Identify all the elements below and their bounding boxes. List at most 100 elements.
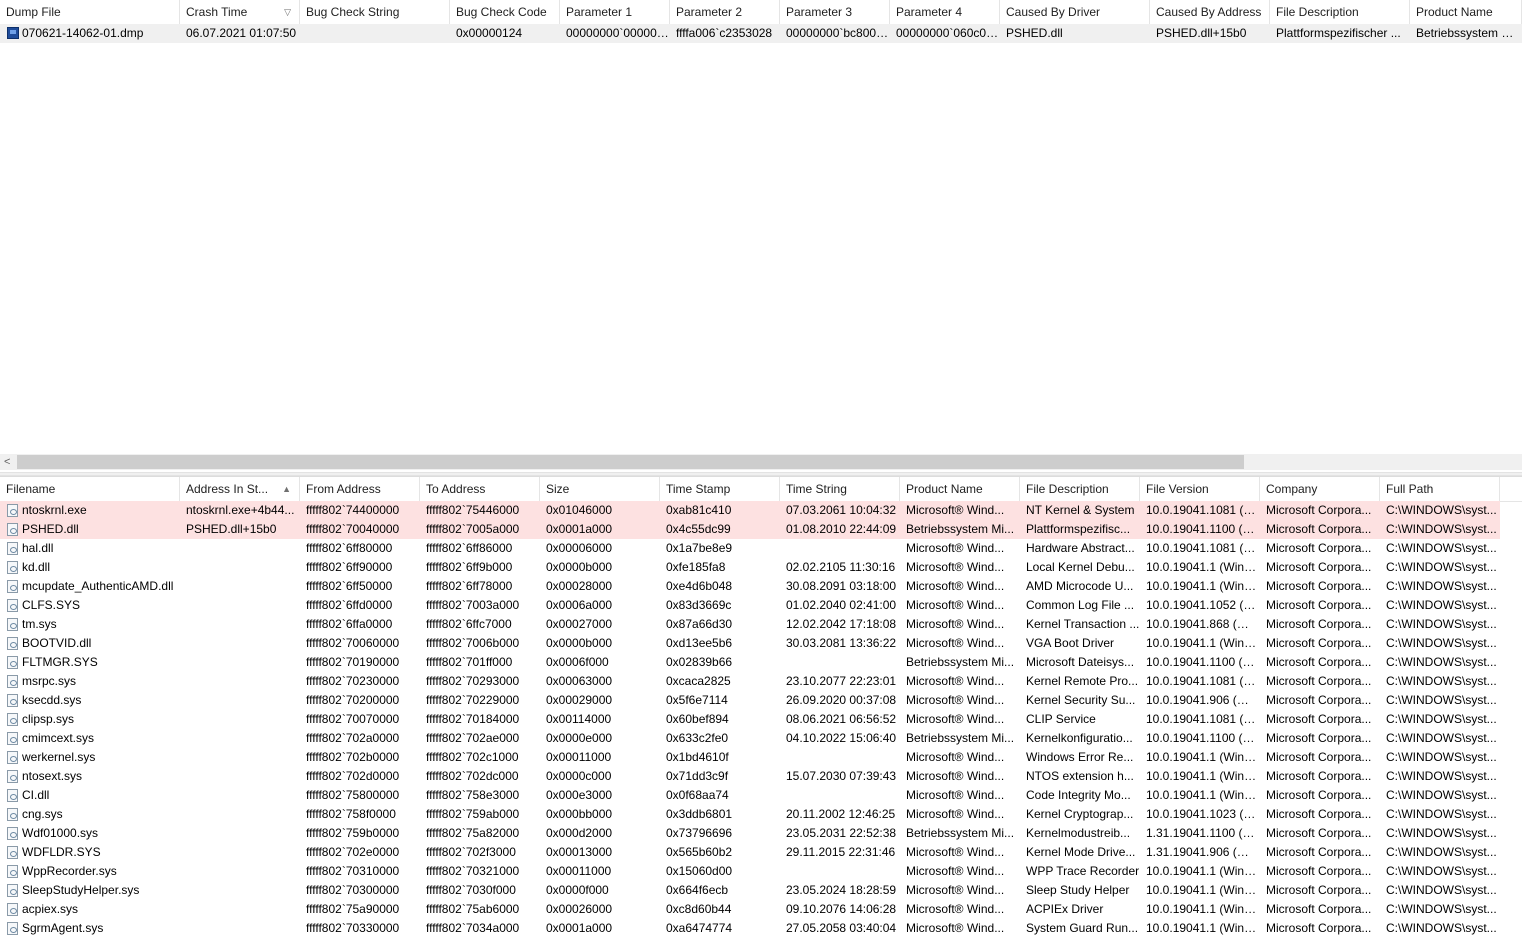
cell-from-address: fffff802`70070000 [306,712,400,726]
cell-file-version: 10.0.19041.1100 (W... [1146,731,1260,745]
column-header-from-address[interactable]: From Address [300,477,420,501]
column-header-filename[interactable]: Filename [0,477,180,501]
column-header-file-version[interactable]: File Version [1140,477,1260,501]
module-row[interactable]: hal.dll fffff802`6ff80000 fffff802`6ff8600… [0,539,1522,558]
cell-address-in-st [180,786,300,805]
module-file-icon [7,732,18,745]
cell-time-string: 12.02.2042 17:18:08 [786,617,897,631]
cell-from-address: fffff802`758f0000 [306,807,396,821]
cell-size: 0x0000b000 [546,636,613,650]
cell-filename: WDFLDR.SYS [22,845,101,859]
column-header-caused-by-address[interactable]: Caused By Address [1150,0,1270,24]
crash-row[interactable]: 070621-14062-01.dmp 06.07.2021 01:07:50 0x… [0,24,1522,43]
column-header-label: File Description [1026,482,1109,496]
scroll-left-icon[interactable]: < [4,454,10,470]
cell-to-address: fffff802`70184000 [426,712,520,726]
module-row[interactable]: tm.sys fffff802`6ffa0000 fffff802`6ffc7000… [0,615,1522,634]
module-row[interactable]: BOOTVID.dll fffff802`70060000 fffff802`700… [0,634,1522,653]
cell-product-name: Microsoft® Wind... [906,845,1005,859]
module-row[interactable]: werkernel.sys fffff802`702b0000 fffff802`7… [0,748,1522,767]
cell-file-description: Local Kernel Debu... [1026,560,1135,574]
column-header-file-description[interactable]: File Description [1270,0,1410,24]
cell-file-version: 10.0.19041.1 (WinB... [1146,579,1260,593]
cell-time-string: 30.08.2091 03:18:00 [786,579,897,593]
cell-to-address: fffff802`75ab6000 [426,902,520,916]
cell-from-address: fffff802`74400000 [300,501,420,520]
cell-time-string: 30.03.2081 13:36:22 [786,636,897,650]
module-file-icon [7,656,18,669]
column-header-crash-time[interactable]: Crash Time ▽ [180,0,300,24]
column-header-label: Dump File [6,5,61,19]
cell-caused-by-address: PSHED.dll+15b0 [1156,26,1247,40]
cell-product-name: Microsoft® Wind... [906,750,1005,764]
module-row[interactable]: SleepStudyHelper.sys fffff802`70300000 fff… [0,881,1522,900]
scrollbar-thumb[interactable] [17,455,1244,469]
module-row[interactable]: clipsp.sys fffff802`70070000 fffff802`7018… [0,710,1522,729]
module-row[interactable]: mcupdate_AuthenticAMD.dll fffff802`6ff500… [0,577,1522,596]
module-row[interactable]: WppRecorder.sys fffff802`70310000 fffff802… [0,862,1522,881]
module-row[interactable]: PSHED.dll PSHED.dll+15b0 fffff802`70040000… [0,520,1522,539]
module-row[interactable]: ntoskrnl.exe ntoskrnl.exe+4b44... fffff802… [0,501,1522,520]
cell-file-description: System Guard Run... [1026,921,1139,935]
column-header-time-string[interactable]: Time String [780,477,900,501]
cell-address-in-st [180,729,300,748]
column-header-label: Product Name [906,482,983,496]
column-header-time-stamp[interactable]: Time Stamp [660,477,780,501]
cell-time-stamp: 0x02839b66 [666,655,733,669]
module-row[interactable]: cng.sys fffff802`758f0000 fffff802`759ab00… [0,805,1522,824]
module-row[interactable]: msrpc.sys fffff802`70230000 fffff802`70293… [0,672,1522,691]
column-header-label: Time String [786,482,847,496]
column-header-company[interactable]: Company [1260,477,1380,501]
column-header-product-name[interactable]: Product Name [1410,0,1522,24]
module-file-icon [7,751,18,764]
cell-to-address: fffff802`70321000 [426,864,520,878]
column-header-parameter-4[interactable]: Parameter 4 [890,0,1000,24]
column-header-address-in-st[interactable]: Address In St... ▲ [180,477,300,501]
column-header-bug-check-string[interactable]: Bug Check String [300,0,450,24]
cell-company: Microsoft Corpora... [1266,769,1372,783]
module-row[interactable]: cmimcext.sys fffff802`702a0000 fffff802`70… [0,729,1522,748]
cell-size: 0x000d2000 [546,826,613,840]
cell-to-address: fffff802`758e3000 [426,788,520,802]
cell-bug-check-string [300,24,450,43]
cell-time-stamp: 0x4c55dc99 [660,520,780,539]
module-file-icon [7,865,18,878]
cell-filename: mcupdate_AuthenticAMD.dll [22,579,174,593]
dump-file-icon [7,27,19,39]
column-header-caused-by-driver[interactable]: Caused By Driver [1000,0,1150,24]
column-header-product-name[interactable]: Product Name [900,477,1020,501]
column-header-full-path[interactable]: Full Path [1380,477,1500,501]
column-header-parameter-1[interactable]: Parameter 1 [560,0,670,24]
column-header-parameter-3[interactable]: Parameter 3 [780,0,890,24]
module-row[interactable]: acpiex.sys fffff802`75a90000 fffff802`75ab… [0,900,1522,919]
column-header-bug-check-code[interactable]: Bug Check Code [450,0,560,24]
module-row[interactable]: WDFLDR.SYS fffff802`702e0000 fffff802`702f… [0,843,1522,862]
cell-from-address: fffff802`702a0000 [306,731,400,745]
column-header-file-description[interactable]: File Description [1020,477,1140,501]
cell-time-stamp: 0x73796696 [666,826,733,840]
cell-product-name: Microsoft® Wind... [906,579,1005,593]
module-file-icon [7,637,18,650]
horizontal-scrollbar[interactable]: < [0,454,1522,470]
module-row[interactable]: CLFS.SYS fffff802`6ffd0000 fffff802`7003a0… [0,596,1522,615]
module-row[interactable]: ntosext.sys fffff802`702d0000 fffff802`702… [0,767,1522,786]
cell-time-stamp: 0xe4d6b048 [666,579,733,593]
cell-company: Microsoft Corpora... [1266,655,1372,669]
cell-time-stamp: 0x71dd3c9f [666,769,729,783]
column-header-parameter-2[interactable]: Parameter 2 [670,0,780,24]
column-header-to-address[interactable]: To Address [420,477,540,501]
module-row[interactable]: kd.dll fffff802`6ff90000 fffff802`6ff9b000… [0,558,1522,577]
cell-filename: Wdf01000.sys [22,826,99,840]
module-row[interactable]: SgrmAgent.sys fffff802`70330000 fffff802`7… [0,919,1522,938]
cell-filename: acpiex.sys [22,902,79,916]
cell-product-name: Microsoft® Wind... [906,712,1005,726]
column-header-size[interactable]: Size [540,477,660,501]
module-row[interactable]: Wdf01000.sys fffff802`759b0000 fffff802`75… [0,824,1522,843]
module-row[interactable]: ksecdd.sys fffff802`70200000 fffff802`7022… [0,691,1522,710]
module-row[interactable]: FLTMGR.SYS fffff802`70190000 fffff802`701f… [0,653,1522,672]
cell-filename: WppRecorder.sys [22,864,117,878]
module-row[interactable]: CI.dll fffff802`75800000 fffff802`758e3000… [0,786,1522,805]
column-header-dump-file[interactable]: Dump File [0,0,180,24]
cell-file-description: AMD Microcode U... [1026,579,1134,593]
cell-time-stamp: 0x3ddb6801 [666,807,733,821]
